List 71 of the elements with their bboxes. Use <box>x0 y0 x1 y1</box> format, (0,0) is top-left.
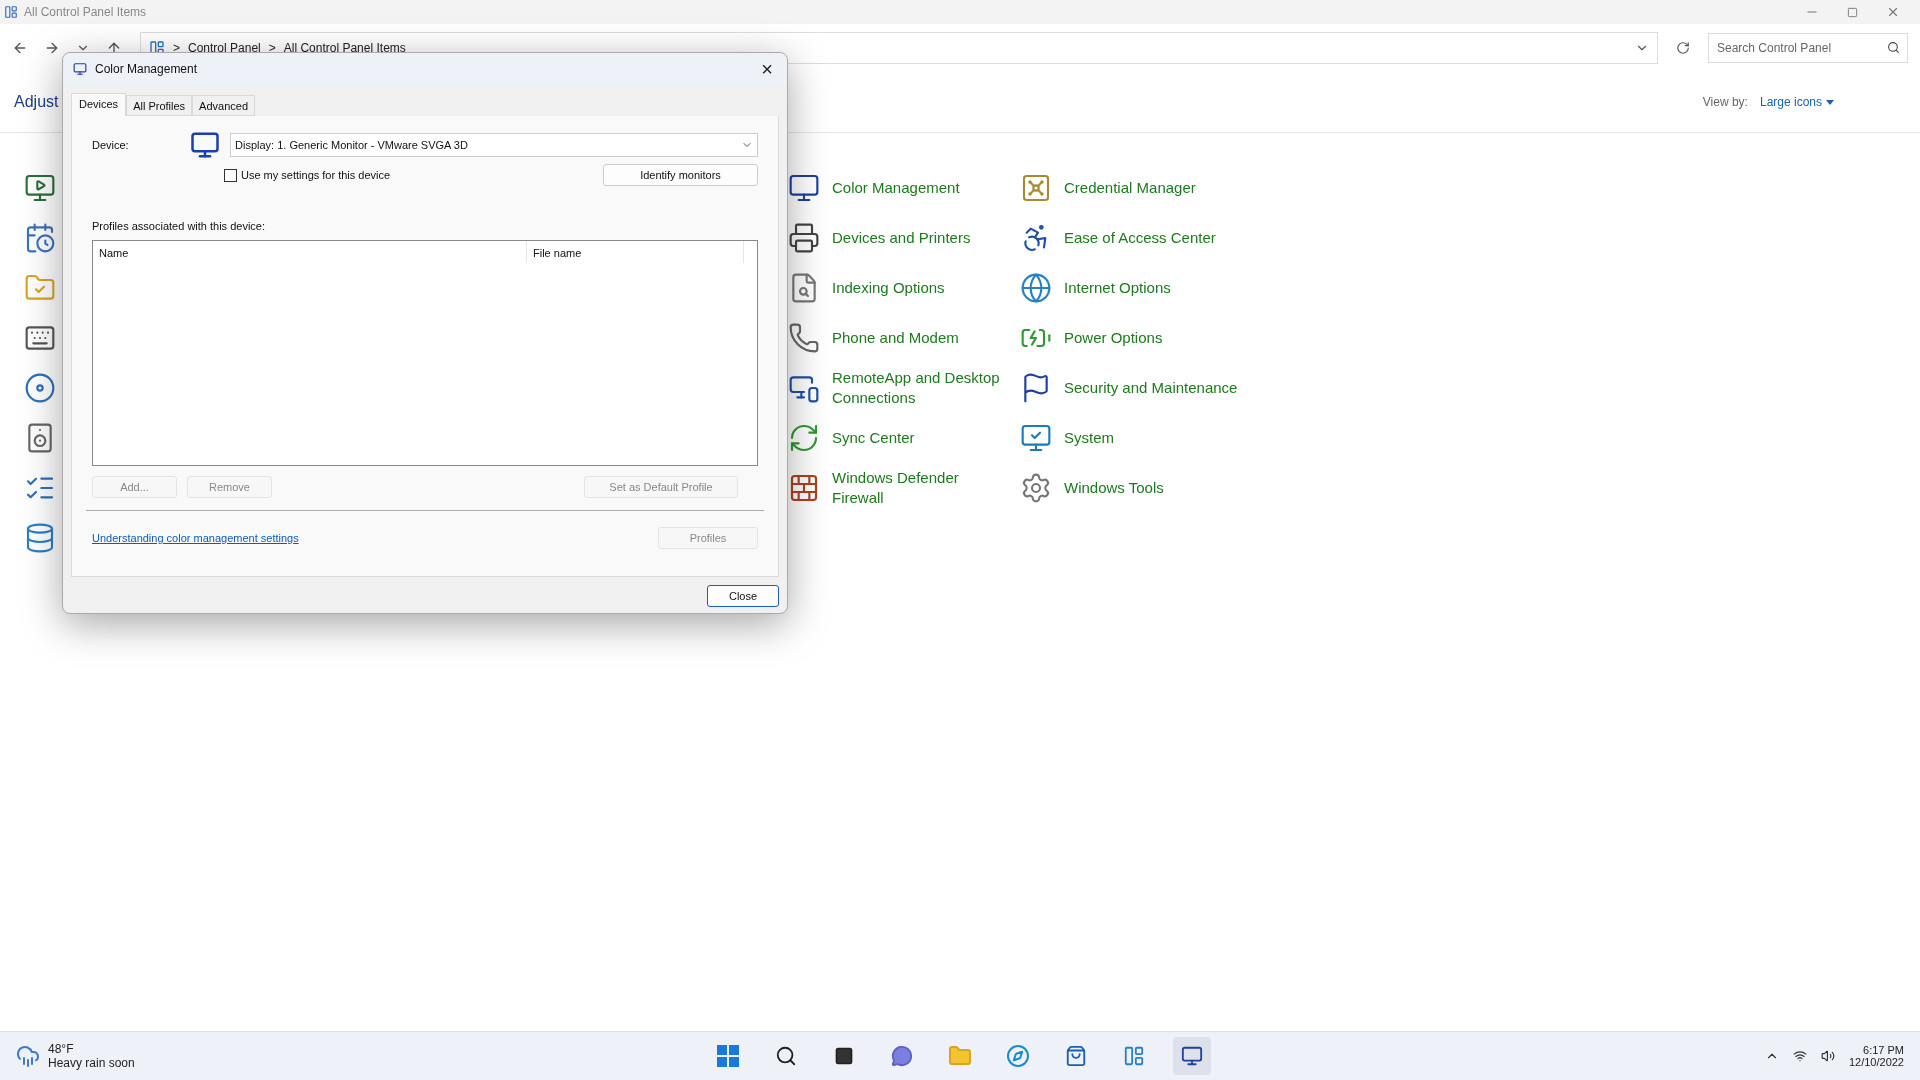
sync-icon <box>788 422 820 454</box>
gear-icon <box>1020 472 1052 504</box>
monitor-icon <box>190 130 220 160</box>
profiles-label: Profiles associated with this device: <box>92 220 267 232</box>
close-icon[interactable] <box>1886 5 1900 19</box>
compass-icon <box>1006 1044 1030 1068</box>
control-panel-link[interactable]: RemoteApp and Desktop Connections <box>832 368 1012 408</box>
search-icon <box>1887 41 1900 54</box>
printer-icon <box>788 222 820 254</box>
network-icon[interactable] <box>1792 1049 1807 1063</box>
column-header[interactable]: Name <box>93 241 527 263</box>
monitor-play-icon <box>24 172 56 204</box>
color-management-button[interactable] <box>1173 1037 1211 1075</box>
rain-cloud-icon <box>16 1044 40 1068</box>
windows-logo-icon <box>717 1045 739 1067</box>
brick-wall-icon <box>788 472 820 504</box>
control-panel-link[interactable]: Devices and Printers <box>832 228 1012 248</box>
breadcrumb[interactable]: Control Panel <box>188 41 261 55</box>
tab[interactable]: All Profiles <box>126 95 193 116</box>
monitor-icon <box>73 62 87 76</box>
search-icon <box>775 1045 797 1067</box>
control-panel-link[interactable]: Indexing Options <box>832 278 1012 298</box>
monitor-icon <box>788 172 820 204</box>
forecast: Heavy rain soon <box>48 1056 135 1070</box>
forward-icon[interactable] <box>44 40 60 56</box>
database-icon <box>24 522 56 554</box>
caret-icon <box>1826 99 1834 105</box>
breadcrumb-separator: > <box>268 41 276 55</box>
square-icon <box>834 1046 854 1066</box>
window-title: All Control Panel Items <box>24 5 148 19</box>
monitor-icon <box>1181 1045 1203 1067</box>
breadcrumb-separator: > <box>173 41 180 55</box>
restore-icon[interactable] <box>1847 6 1858 18</box>
monitor-icon <box>1020 422 1052 454</box>
calendar-icon <box>24 222 56 254</box>
device-dropdown[interactable]: Display: 1. Generic Monitor - VMware SVGA 3D <box>230 133 758 157</box>
column-header[interactable]: File name <box>527 241 744 263</box>
page-heading: Adjust <box>14 93 59 111</box>
volume-icon[interactable] <box>1820 1049 1835 1063</box>
globe-icon <box>1020 272 1052 304</box>
identify-monitors-button[interactable]: Identify monitors <box>603 164 758 186</box>
control-panel-link[interactable]: Internet Options <box>1064 278 1324 298</box>
back-icon[interactable] <box>12 40 28 56</box>
control-panel-link[interactable]: Windows Tools <box>1064 478 1324 498</box>
control-panel-link[interactable]: Sync Center <box>832 428 1012 448</box>
tab[interactable]: Advanced <box>192 95 256 116</box>
search-field[interactable]: Search Control Panel <box>1708 33 1908 63</box>
control-panel-link[interactable]: Power Options <box>1064 328 1324 348</box>
close-button[interactable]: Close <box>707 585 779 607</box>
control-panel-link[interactable]: System <box>1064 428 1324 448</box>
breadcrumb[interactable]: All Control Panel Items <box>283 41 406 55</box>
shopping-bag-icon <box>1065 1045 1087 1067</box>
control-panel-link[interactable]: Credential Manager <box>1064 178 1324 198</box>
view-by-dropdown[interactable]: Large icons <box>1759 95 1834 109</box>
control-panel-link[interactable]: Ease of Access Center <box>1064 228 1324 248</box>
chat-bubble-icon <box>891 1045 913 1067</box>
clock[interactable]: 6:17 PM 12/10/2022 <box>1848 1044 1904 1068</box>
folder-icon <box>948 1044 972 1068</box>
use-my-settings-checkbox[interactable]: Use my settings for this device <box>224 168 391 182</box>
control-panel-link[interactable]: Security and Maintenance <box>1064 378 1324 398</box>
phone-icon <box>788 322 820 354</box>
control-panel-link[interactable]: Phone and Modem <box>832 328 1012 348</box>
help-link[interactable]: Understanding color management settings <box>92 532 299 544</box>
control-panel-link[interactable]: Windows Defender Firewall <box>832 468 1012 508</box>
tab[interactable]: Devices <box>71 93 127 116</box>
refresh-icon[interactable] <box>1676 41 1690 55</box>
control-panel-link[interactable]: Color Management <box>832 178 1012 198</box>
view-by-label: View by: <box>1702 95 1748 109</box>
device-label: Device: <box>92 139 130 151</box>
dialog-title: Color Management <box>95 62 199 76</box>
temperature: 48°F <box>48 1042 75 1056</box>
